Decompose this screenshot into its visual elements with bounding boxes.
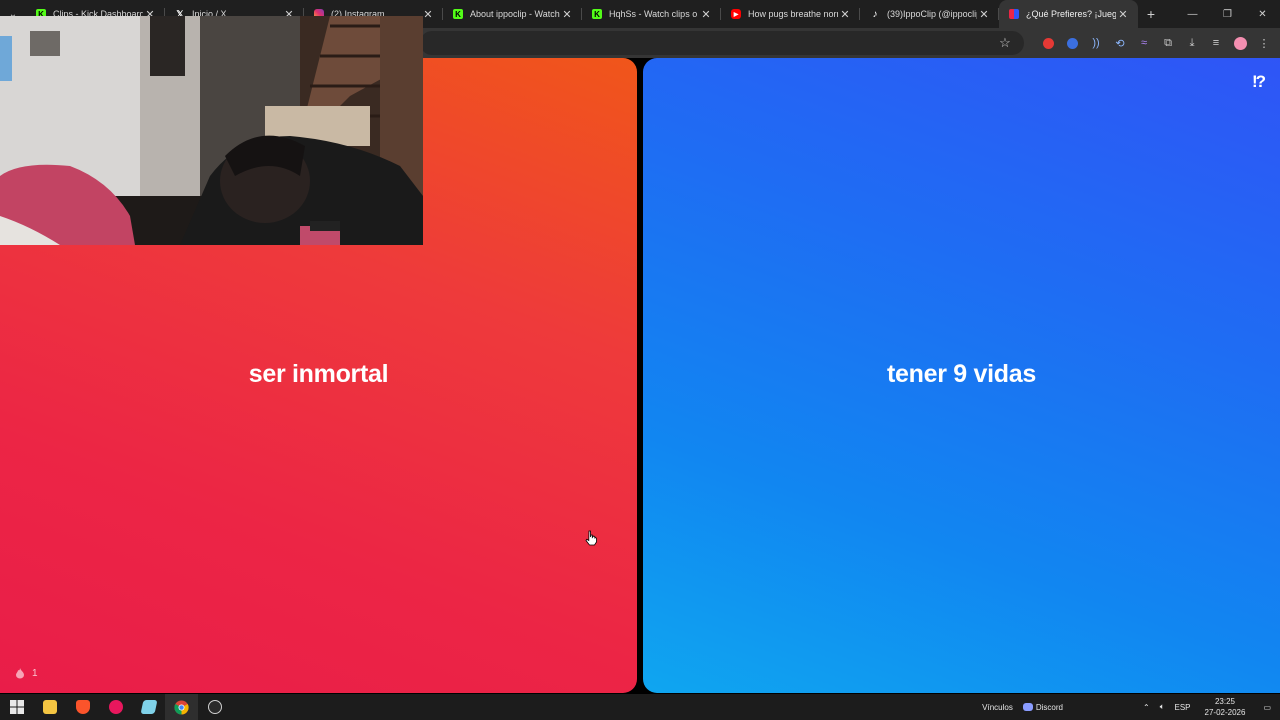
windows-logo-icon	[9, 700, 24, 714]
kick-icon: K	[453, 9, 463, 19]
tab-title: About ippoclip - Watch L	[470, 9, 560, 19]
quepreferes-icon	[1009, 9, 1019, 19]
tab-about-ippoclip[interactable]: K About ippoclip - Watch L ✕	[443, 0, 582, 28]
minimize-button[interactable]: —	[1175, 0, 1210, 28]
chevron-up-icon[interactable]: ⌃	[1138, 703, 1155, 712]
extensions-row: )) ⟲ ≈ ⧉ ⤓ ≡ ⋮	[1038, 33, 1274, 53]
chrome-icon[interactable]	[165, 694, 198, 720]
download-icon[interactable]: ⤓	[1182, 33, 1202, 53]
kick-icon: K	[592, 9, 602, 19]
extensions-puzzle-icon[interactable]: ⧉	[1158, 33, 1178, 53]
window-close-button[interactable]: ✕	[1245, 0, 1280, 28]
new-tab-button[interactable]: +	[1138, 0, 1164, 28]
tab-que-prefieres[interactable]: ¿Qué Prefieres? ¡Juega en ✕	[999, 0, 1138, 28]
brave-icon[interactable]	[66, 694, 99, 720]
option-a-label: ser inmortal	[248, 360, 389, 388]
adblock-extension-icon[interactable]	[1038, 33, 1058, 53]
youtube-icon: ▶	[731, 9, 741, 19]
links-label: Vínculos	[982, 702, 1013, 712]
discord-label: Discord	[1035, 702, 1063, 712]
volume-icon[interactable]: 🔈︎	[1155, 702, 1170, 712]
close-icon[interactable]: ✕	[838, 7, 852, 21]
webcam-feed	[0, 16, 423, 245]
translate-icon[interactable]: ⟲	[1110, 33, 1130, 53]
tiktok-icon: ♪	[872, 8, 878, 20]
links-toolbar[interactable]: Vínculos	[977, 703, 1018, 712]
brand-logo-icon[interactable]: !?	[1252, 72, 1266, 92]
keyboard-language[interactable]: ESP	[1170, 703, 1196, 712]
tab-title: How pugs breathe norma	[748, 9, 838, 19]
profile-avatar[interactable]	[1230, 33, 1250, 53]
option-b-label: tener 9 vidas	[887, 360, 1036, 388]
clock-time: 23:25	[1214, 697, 1235, 706]
flame-icon	[16, 668, 24, 679]
windows-taskbar: Vínculos Discord ⌃ 🔈︎ ESP 23:25 27-02-20…	[0, 694, 1280, 720]
option-b-button[interactable]: tener 9 vidas !?	[643, 58, 1280, 693]
media-control-icon[interactable]: ≡	[1206, 33, 1226, 53]
close-icon[interactable]: ✕	[1116, 7, 1130, 21]
discord-tray-item[interactable]: Discord	[1018, 703, 1068, 712]
tab-tiktok-ippoclip[interactable]: ♪ (39)IppoClip (@ippoclip) | ✕	[860, 0, 999, 28]
close-icon[interactable]: ✕	[699, 7, 713, 21]
close-icon[interactable]: ✕	[421, 7, 435, 21]
bookmark-star-icon[interactable]: ☆	[995, 33, 1015, 53]
clock[interactable]: 23:25 27-02-2026	[1196, 696, 1255, 718]
media-player-icon[interactable]	[99, 694, 132, 720]
window-controls: — ❐ ✕	[1175, 0, 1280, 28]
clock-date: 27-02-2026	[1204, 708, 1246, 717]
likes-counter[interactable]: 1	[14, 667, 38, 679]
discord-icon	[1022, 703, 1033, 711]
tab-youtube-pugs[interactable]: ▶ How pugs breathe norma ✕	[721, 0, 860, 28]
close-icon[interactable]: ✕	[560, 7, 574, 21]
extension-purple-icon[interactable]: ≈	[1134, 33, 1154, 53]
tab-title: HqhSs - Watch clips o	[609, 9, 698, 19]
hand-cursor-icon	[585, 530, 597, 546]
extension-blue-icon[interactable]	[1062, 33, 1082, 53]
tab-title: (39)IppoClip (@ippoclip) |	[887, 9, 977, 19]
restore-button[interactable]: ❐	[1210, 0, 1245, 28]
address-bar[interactable]	[420, 31, 1024, 55]
likes-count: 1	[32, 667, 38, 679]
notifications-icon[interactable]: ▭	[1254, 703, 1280, 712]
notepad-icon[interactable]	[132, 694, 165, 720]
tab-title: ¿Qué Prefieres? ¡Juega en	[1026, 9, 1116, 19]
audio-extension-icon[interactable]: ))	[1086, 33, 1106, 53]
system-tray: Vínculos Discord ⌃ 🔈︎ ESP 23:25 27-02-20…	[977, 694, 1280, 720]
chrome-logo-icon	[174, 699, 189, 715]
file-explorer-icon[interactable]	[33, 694, 66, 720]
obs-icon[interactable]	[198, 694, 231, 720]
close-icon[interactable]: ✕	[977, 7, 991, 21]
tab-hqhss-clips[interactable]: K HqhSs - Watch clips o ✕	[582, 0, 721, 28]
webcam-overlay	[0, 16, 423, 245]
windows-start-icon[interactable]	[0, 694, 33, 720]
more-menu-icon[interactable]: ⋮	[1254, 33, 1274, 53]
